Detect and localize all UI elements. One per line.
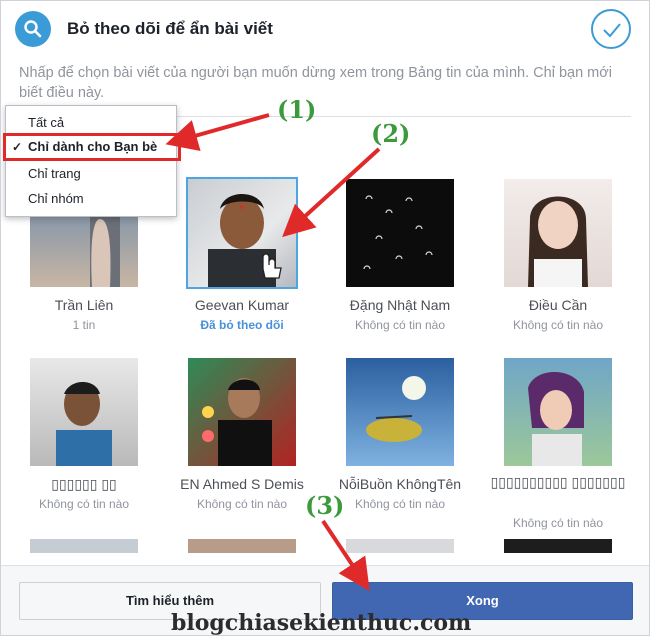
cursor-hand-icon (262, 253, 282, 279)
step-label-1: (1) (277, 95, 317, 124)
unfollow-dialog: Bỏ theo dõi để ẩn bài viết Nhấp để chọn … (0, 0, 650, 636)
step-label-2: (2) (371, 119, 411, 148)
step-label-3: (3) (305, 491, 345, 520)
arrow-step1 (165, 113, 270, 151)
arrow-step2 (282, 147, 381, 238)
arrow-step3 (321, 519, 370, 591)
watermark: blogchiasekienthuc.com (171, 610, 472, 636)
annotation-arrows (165, 113, 381, 591)
